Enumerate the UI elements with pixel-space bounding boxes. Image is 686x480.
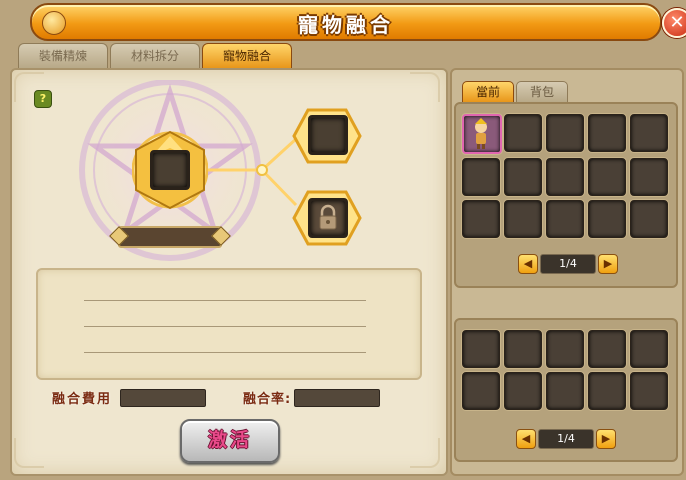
arrow-left-icon: ◀ <box>523 257 533 270</box>
lock-icon <box>319 204 337 230</box>
arrow-right-icon: ▶ <box>601 432 611 445</box>
fusion-cost-value <box>120 389 206 407</box>
pet-slot[interactable] <box>630 114 668 152</box>
item-slot[interactable] <box>630 372 668 410</box>
close-icon: ✕ <box>669 12 685 33</box>
item-slot[interactable] <box>546 372 584 410</box>
pet-slot-filled[interactable] <box>462 114 502 154</box>
next-page-button[interactable]: ▶ <box>596 429 616 449</box>
pet-slot[interactable] <box>588 200 626 238</box>
close-button[interactable]: ✕ <box>662 8 686 38</box>
secondary-pet-slot[interactable] <box>308 198 348 238</box>
page-indicator: 1/4 <box>538 429 594 449</box>
fusion-info-box <box>36 268 422 380</box>
pet-slot[interactable] <box>588 114 626 152</box>
pet-fusion-window: 寵物融合 ✕ 裝備精煉 材料拆分 寵物融合 ? 融合費用 融合率: 激活 當前 … <box>0 0 686 480</box>
divider <box>84 352 366 353</box>
next-page-button[interactable]: ▶ <box>598 254 618 274</box>
fusion-result-slot[interactable] <box>308 115 348 155</box>
tab-material-split[interactable]: 材料拆分 <box>110 43 200 68</box>
current-pet-grid <box>462 114 668 238</box>
item-slot[interactable] <box>504 330 542 368</box>
corner-ornament <box>410 438 440 468</box>
pet-slot[interactable] <box>546 200 584 238</box>
item-slot[interactable] <box>462 372 500 410</box>
item-slot[interactable] <box>504 372 542 410</box>
tab-equipment-refine[interactable]: 裝備精煉 <box>18 43 108 68</box>
item-slot[interactable] <box>462 330 500 368</box>
arrow-right-icon: ▶ <box>603 257 613 270</box>
item-slot[interactable] <box>630 330 668 368</box>
tab-pet-fusion[interactable]: 寵物融合 <box>202 43 292 68</box>
item-slot[interactable] <box>546 330 584 368</box>
activate-button[interactable]: 激活 <box>180 419 280 463</box>
fusion-rate-value <box>294 389 380 407</box>
pet-portrait-icon <box>475 118 487 149</box>
prev-page-button[interactable]: ◀ <box>516 429 536 449</box>
pet-name-plate <box>118 226 222 248</box>
corner-ornament <box>14 438 44 468</box>
pet-slot[interactable] <box>630 158 668 196</box>
item-slot[interactable] <box>588 372 626 410</box>
pet-slot[interactable] <box>546 114 584 152</box>
item-slot[interactable] <box>588 330 626 368</box>
pet-slot[interactable] <box>462 200 500 238</box>
current-grid-pager: ◀ 1/4 ▶ <box>518 254 620 274</box>
page-indicator: 1/4 <box>540 254 596 274</box>
pet-slot[interactable] <box>630 200 668 238</box>
main-pet-slot[interactable] <box>150 150 190 190</box>
pet-slot[interactable] <box>504 158 542 196</box>
fusion-cost-label: 融合費用 <box>52 392 113 407</box>
pet-slot[interactable] <box>546 158 584 196</box>
divider <box>84 300 366 301</box>
title-bar[interactable]: 寵物融合 <box>30 3 662 41</box>
window-title: 寵物融合 <box>298 13 394 37</box>
backpack-grid <box>462 330 668 410</box>
pet-slot[interactable] <box>588 158 626 196</box>
corner-ornament <box>410 72 440 102</box>
tab-backpack[interactable]: 背包 <box>516 81 568 103</box>
divider <box>84 326 366 327</box>
pet-slot[interactable] <box>504 200 542 238</box>
pet-slot[interactable] <box>462 158 500 196</box>
tab-current[interactable]: 當前 <box>462 81 514 103</box>
backpack-grid-pager: ◀ 1/4 ▶ <box>516 429 618 449</box>
pet-slot[interactable] <box>504 114 542 152</box>
arrow-left-icon: ◀ <box>521 432 531 445</box>
prev-page-button[interactable]: ◀ <box>518 254 538 274</box>
fusion-rate-label: 融合率: <box>243 392 292 407</box>
